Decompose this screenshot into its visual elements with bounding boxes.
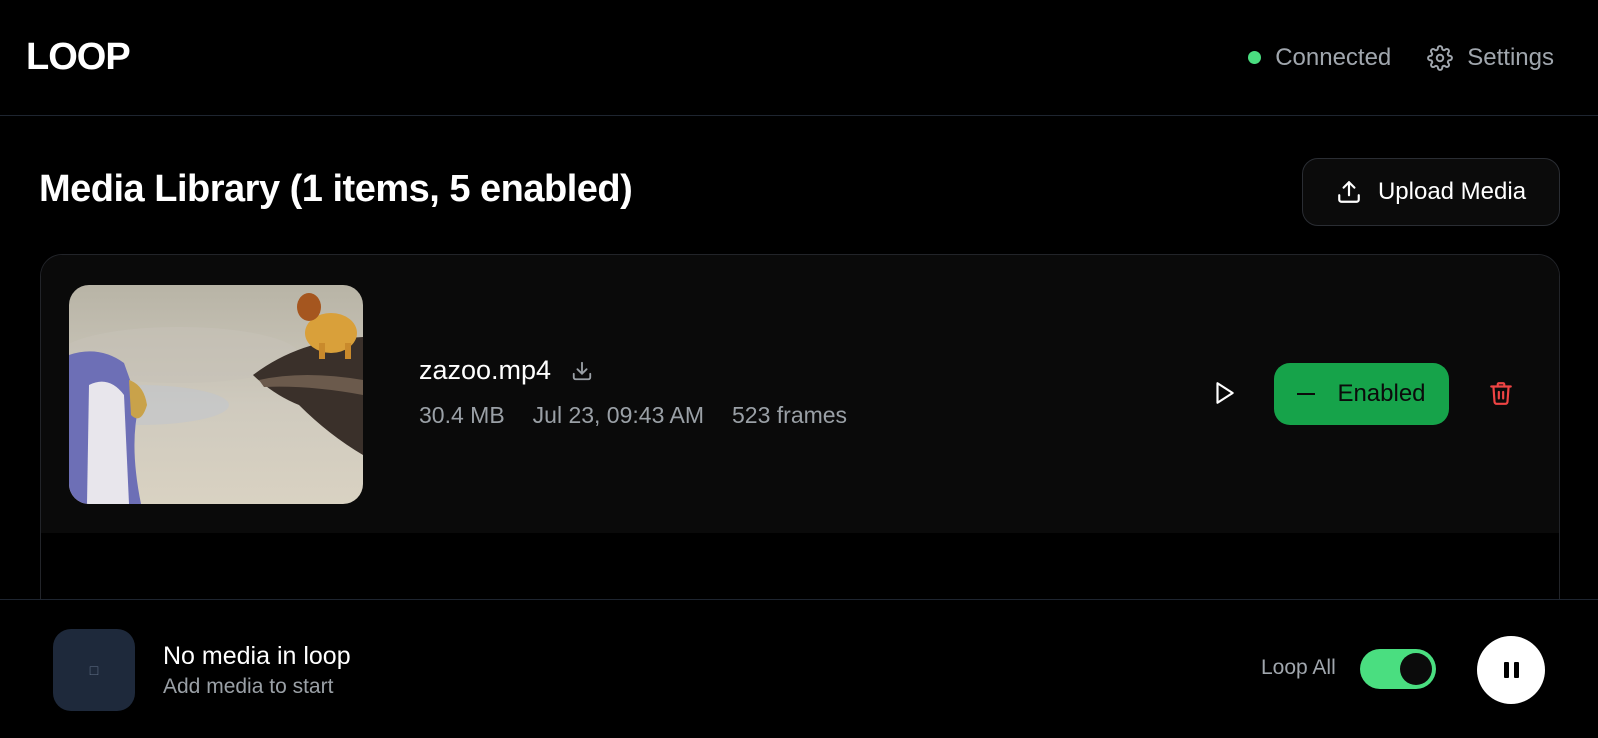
media-frames: 523 frames — [732, 402, 848, 428]
thumbnail-image — [69, 285, 363, 504]
pause-icon — [1503, 662, 1509, 678]
player-subtitle: Add media to start — [163, 675, 334, 698]
player-bar: □ No media in loop Add media to start Lo… — [0, 599, 1598, 738]
header-right: Connected Settings — [1248, 44, 1554, 72]
media-thumbnail[interactable] — [69, 285, 363, 504]
media-size: 30.4 MB — [419, 402, 505, 428]
upload-label: Upload Media — [1377, 178, 1527, 205]
media-name-row: zazoo.mp4 — [419, 355, 593, 386]
pause-icon-bar — [1513, 662, 1519, 678]
download-icon[interactable] — [571, 360, 593, 382]
enabled-label: Enabled — [1337, 380, 1426, 407]
page-title: Media Library (1 items, 5 enabled) — [39, 168, 633, 210]
settings-label: Settings — [1467, 43, 1554, 71]
upload-icon — [1338, 181, 1360, 203]
loop-all-label: Loop All — [1261, 656, 1336, 679]
pause-button[interactable] — [1477, 636, 1545, 704]
minus-icon — [1297, 393, 1316, 395]
toggle-knob — [1400, 653, 1432, 685]
player-title: No media in loop — [163, 642, 351, 670]
app-logo: LOOP — [26, 36, 131, 78]
trash-icon — [1490, 382, 1512, 405]
preview-play-button[interactable] — [1204, 373, 1244, 413]
app-header: LOOP Connected Settings — [0, 0, 1598, 116]
delete-button[interactable] — [1481, 373, 1521, 413]
media-library-list: zazoo.mp4 30.4 MB Jul 23, 09:43 AM 523 f… — [40, 254, 1560, 614]
status-dot — [1248, 51, 1262, 64]
upload-media-button[interactable]: Upload Media — [1302, 158, 1560, 226]
connection-status: Connected — [1248, 44, 1391, 72]
status-text: Connected — [1275, 43, 1392, 71]
placeholder-icon: □ — [89, 662, 99, 678]
media-date: Jul 23, 09:43 AM — [532, 402, 704, 428]
media-meta: 30.4 MB Jul 23, 09:43 AM 523 frames — [419, 402, 847, 429]
player-artwork: □ — [53, 629, 135, 711]
settings-button[interactable]: Settings — [1427, 44, 1554, 72]
gear-icon — [1427, 44, 1454, 71]
loop-all-toggle[interactable] — [1360, 649, 1436, 689]
enabled-toggle-button[interactable]: Enabled — [1274, 363, 1449, 425]
media-item[interactable]: zazoo.mp4 30.4 MB Jul 23, 09:43 AM 523 f… — [41, 255, 1559, 533]
media-filename: zazoo.mp4 — [419, 355, 552, 385]
play-icon — [1216, 382, 1234, 404]
